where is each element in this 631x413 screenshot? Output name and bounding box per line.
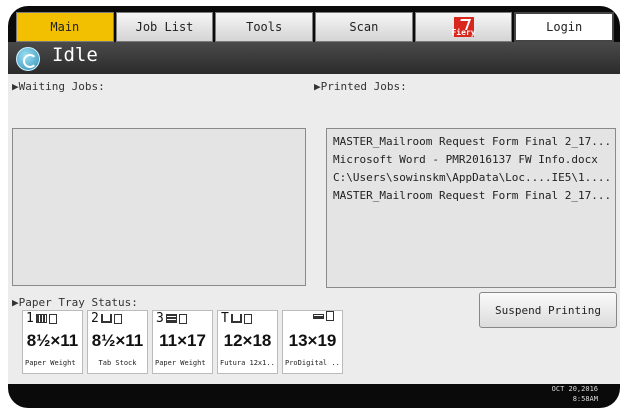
tray-header: 1 xyxy=(26,311,57,326)
tray-2[interactable]: 2 8½×11 Tab Stock xyxy=(87,310,148,374)
printed-job-item[interactable]: MASTER_Mailroom Request Form Final 2_17.… xyxy=(333,187,609,205)
paper-sheet-icon xyxy=(243,313,252,324)
tray-t[interactable]: T 12×18 Futura 12x1... xyxy=(217,310,278,374)
paper-stack-icon xyxy=(35,314,47,323)
tray-id: 3 xyxy=(156,311,164,326)
printed-job-item[interactable]: Microsoft Word - PMR2016137 FW Info.docx xyxy=(333,151,609,169)
tab-tools[interactable]: Tools xyxy=(215,12,314,42)
printer-status-icon xyxy=(16,47,40,71)
login-button[interactable]: Login xyxy=(514,12,615,42)
tray-header: 3 xyxy=(156,311,187,326)
tray-paper-size: 13×19 xyxy=(288,331,337,350)
tray-id: 1 xyxy=(26,311,34,326)
tray-1[interactable]: 1 8½×11 Paper Weight 3 xyxy=(22,310,83,374)
printed-job-item[interactable]: MASTER_Mailroom Request Form Final 2_17.… xyxy=(333,133,609,151)
suspend-printing-button[interactable]: Suspend Printing xyxy=(479,292,617,328)
tray-paper-type: Futura 12x1... xyxy=(220,359,275,367)
clock: OCT 20,2016 8:58AM xyxy=(552,384,598,404)
clock-date: OCT 20,2016 xyxy=(551,385,598,393)
tray-paper-size: 11×17 xyxy=(159,331,206,350)
tray-empty-icon xyxy=(230,314,242,323)
tray-paper-type: Paper Weight 3 xyxy=(155,359,210,367)
tab-job-list[interactable]: Job List xyxy=(115,12,214,42)
waiting-jobs-list[interactable] xyxy=(12,128,306,286)
tray-paper-type: Tab Stock xyxy=(98,359,137,367)
tab-bar: Main Job List Tools Scan Fiery Login xyxy=(16,12,615,42)
tray-id: 2 xyxy=(91,311,99,326)
status-text: Idle xyxy=(52,44,98,66)
tray-paper-type: Paper Weight 3 xyxy=(25,359,80,367)
paper-sheet-icon xyxy=(326,311,334,321)
paper-tray-status-label: ▶Paper Tray Status: xyxy=(12,296,138,309)
paper-tray-list: 1 8½×11 Paper Weight 3 2 8½×11 Tab Stock… xyxy=(22,310,347,374)
tab-fiery[interactable]: Fiery xyxy=(414,12,513,42)
tray-paper-size: 8½×11 xyxy=(91,331,144,350)
printed-jobs-list[interactable]: MASTER_Mailroom Request Form Final 2_17.… xyxy=(326,128,616,288)
tray-id: T xyxy=(221,311,229,326)
tray-empty-icon xyxy=(100,314,112,323)
printed-jobs-label: ▶Printed Jobs: xyxy=(314,80,407,93)
tray-paper-size: 12×18 xyxy=(223,331,272,350)
tray-paper-size: 8½×11 xyxy=(26,331,79,350)
tray-3[interactable]: 3 11×17 Paper Weight 3 xyxy=(152,310,213,374)
device-panel-frame: Main Job List Tools Scan Fiery Login Idl… xyxy=(8,6,620,408)
paper-sheet-icon xyxy=(113,313,122,324)
tab-scan[interactable]: Scan xyxy=(315,12,413,42)
paper-level-icon xyxy=(313,313,324,319)
paper-level-icon xyxy=(165,314,177,323)
waiting-jobs-label: ▶Waiting Jobs: xyxy=(12,80,105,93)
fiery-logo-icon: Fiery xyxy=(451,17,476,37)
status-bar: Idle xyxy=(8,42,620,74)
tray-header xyxy=(311,311,334,321)
tab-main[interactable]: Main xyxy=(16,12,114,42)
printed-job-item[interactable]: C:\Users\sowinskm\AppData\Loc....IE5\1..… xyxy=(333,169,609,187)
tray-bypass[interactable]: 13×19 ProDigital ... xyxy=(282,310,343,374)
clock-time: 8:58AM xyxy=(572,395,598,403)
paper-sheet-icon xyxy=(48,313,57,324)
tray-paper-type: ProDigital ... xyxy=(285,359,340,367)
paper-sheet-icon xyxy=(178,313,187,324)
tray-header: T xyxy=(221,311,252,326)
tray-header: 2 xyxy=(91,311,122,326)
